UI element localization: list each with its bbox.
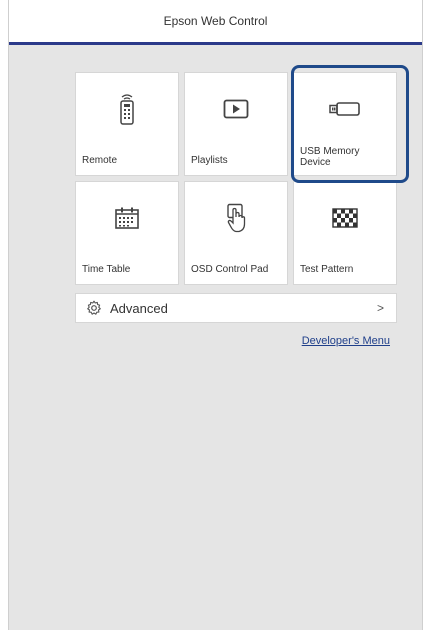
play-icon (185, 91, 287, 127)
advanced-label: Advanced (110, 300, 168, 316)
advanced-button[interactable]: Advanced > (75, 293, 397, 323)
tile-label: Remote (82, 155, 118, 166)
tile-label: OSD Control Pad (191, 264, 269, 275)
tile-usb-memory-device[interactable]: USB Memory Device (293, 72, 397, 176)
chevron-right-icon: > (376, 301, 384, 315)
calendar-icon (76, 200, 178, 236)
developers-menu-link[interactable]: Developer's Menu (302, 335, 390, 347)
app-header: Epson Web Control (9, 0, 422, 45)
remote-icon (76, 91, 178, 127)
gear-icon (86, 300, 102, 316)
tile-remote[interactable]: Remote (75, 72, 179, 176)
tile-time-table[interactable]: Time Table (75, 181, 179, 285)
tile-label: Test Pattern (300, 264, 354, 275)
usb-icon (294, 91, 396, 127)
tile-label: Time Table (82, 264, 131, 275)
tile-playlists[interactable]: Playlists (184, 72, 288, 176)
tile-label: USB Memory Device (300, 146, 360, 168)
app-title: Epson Web Control (163, 14, 268, 28)
checker-icon (294, 200, 396, 236)
tile-test-pattern[interactable]: Test Pattern (293, 181, 397, 285)
tile-osd-control-pad[interactable]: OSD Control Pad (184, 181, 288, 285)
app-frame: Epson Web Control Remote Playlists USB M… (8, 0, 423, 630)
touch-hand-icon (185, 200, 287, 236)
tile-label: Playlists (191, 155, 228, 166)
